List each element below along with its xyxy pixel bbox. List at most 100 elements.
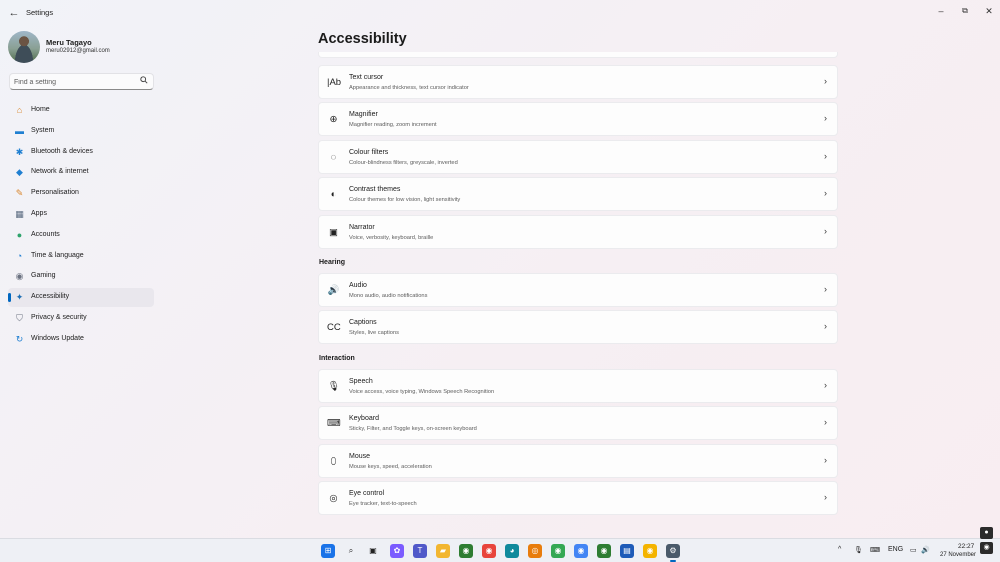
person-icon: ●	[16, 229, 23, 240]
update-icon: ↻	[15, 333, 24, 344]
taskbar-chrome-icon[interactable]: ◉	[482, 544, 496, 558]
text-cursor-icon: |Ab	[327, 77, 342, 88]
brush-icon: ✎	[15, 188, 24, 199]
tray-overflow-icon[interactable]: ^	[838, 546, 841, 553]
taskbar-chrome-profile-3-icon[interactable]: ◉	[574, 544, 588, 558]
profile-name: Meru Tagayo	[46, 38, 92, 47]
floating-mic-icon[interactable]: ●	[980, 527, 993, 539]
chevron-right-icon: ›	[824, 380, 827, 390]
setting-title: Audio	[349, 282, 367, 289]
taskbar-settings-icon[interactable]: ⚙	[666, 544, 680, 562]
setting-row-text-cursor[interactable]: |Ab Text cursor Appearance and thickness, …	[318, 65, 838, 99]
taskbar-file-explorer-icon[interactable]: ▰	[436, 544, 450, 558]
partially-visible-row[interactable]	[318, 52, 838, 58]
sidebar-item-accessibility[interactable]: ✦ Accessibility	[8, 288, 154, 308]
chevron-right-icon: ›	[824, 417, 827, 427]
language-indicator[interactable]: ENG	[888, 546, 903, 553]
setting-title: Speech	[349, 378, 373, 385]
apps-icon: ▦	[15, 208, 24, 219]
setting-row-narrator[interactable]: ▣ Narrator Voice, verbosity, keyboard, bra…	[318, 215, 838, 249]
magnifier-icon: ⊕	[329, 114, 338, 125]
setting-row-magnifier[interactable]: ⊕ Magnifier Magnifier reading, zoom increm…	[318, 102, 838, 136]
settings-list: |Ab Text cursor Appearance and thickness, …	[318, 52, 840, 522]
back-arrow-icon[interactable]: ←	[6, 5, 22, 21]
chevron-right-icon: ›	[824, 151, 827, 161]
setting-row-audio[interactable]: 🔊 Audio Mono audio, audio notifications ›	[318, 273, 838, 307]
setting-subtitle: Eye tracker, text-to-speech	[349, 501, 417, 507]
avatar[interactable]	[8, 31, 40, 63]
sidebar-item-home[interactable]: ⌂ Home	[8, 101, 154, 120]
setting-row-speech[interactable]: 🎙 Speech Voice access, voice typing, Windo…	[318, 369, 838, 403]
chevron-right-icon: ›	[824, 321, 827, 331]
globe-clock-icon: ◔	[16, 250, 23, 261]
sidebar-item-label: System	[31, 126, 55, 134]
setting-row-colour-filters[interactable]: ◌ Colour filters Colour-blindness filters,…	[318, 140, 838, 174]
page-title: Accessibility	[318, 31, 407, 47]
sidebar-item-label: Home	[31, 106, 50, 113]
search-icon[interactable]	[140, 76, 148, 86]
close-button[interactable]: ✕	[978, 3, 1000, 19]
setting-row-captions[interactable]: CC Captions Styles, live captions ›	[318, 310, 838, 344]
setting-row-contrast-themes[interactable]: ◐ Contrast themes Colour themes for low vi…	[318, 177, 838, 211]
sidebar-item-time-and-language[interactable]: ◔ Time & language	[8, 247, 154, 266]
microphone-icon: 🎙	[327, 381, 340, 392]
setting-row-eye-control[interactable]: ◎ Eye control Eye tracker, text-to-speech ›	[318, 481, 838, 515]
maximize-button[interactable]: ⧉	[954, 3, 976, 19]
chevron-right-icon: ›	[824, 76, 827, 86]
sidebar-item-label: Bluetooth & devices	[31, 147, 93, 155]
taskbar-edge-icon[interactable]: ◕	[505, 544, 519, 558]
sidebar-item-windows-update[interactable]: ↻ Windows Update	[8, 330, 154, 349]
sidebar-item-label: Accounts	[31, 230, 60, 238]
minimize-button[interactable]: –	[930, 3, 952, 19]
sidebar-item-label: Accessibility	[31, 293, 70, 301]
floating-settings-icon[interactable]: ◉	[980, 542, 993, 554]
taskbar-store-icon[interactable]: ▤	[620, 544, 634, 558]
setting-subtitle: Appearance and thickness, text cursor in…	[349, 85, 469, 91]
keyboard-tray-icon[interactable]: ⌨	[870, 546, 880, 554]
setting-title: Keyboard	[349, 415, 379, 422]
sidebar-item-label: Gaming	[31, 272, 56, 280]
search-input[interactable]	[14, 76, 134, 88]
sidebar-item-personalisation[interactable]: ✎ Personalisation	[8, 184, 154, 203]
search-box[interactable]	[9, 73, 154, 90]
taskbar-blender-icon[interactable]: ◎	[528, 544, 542, 558]
setting-subtitle: Voice, verbosity, keyboard, braille	[349, 235, 434, 241]
setting-title: Contrast themes	[349, 186, 401, 193]
setting-subtitle: Voice access, voice typing, Windows Spee…	[349, 389, 495, 395]
sidebar-item-bluetooth-and-devices[interactable]: ✱ Bluetooth & devices	[8, 143, 154, 162]
setting-subtitle: Colour-blindness filters, greyscale, inv…	[349, 160, 458, 166]
volume-icon[interactable]: 🔊	[921, 546, 930, 554]
microphone-tray-icon[interactable]: 🎙	[854, 546, 863, 554]
sidebar-item-label: Network & internet	[31, 168, 89, 176]
accessibility-icon: ✦	[15, 292, 24, 303]
clock-date[interactable]: 27 November	[940, 552, 976, 558]
taskbar-chrome-profile-icon[interactable]: ◉	[459, 544, 473, 558]
chevron-right-icon: ›	[824, 284, 827, 294]
setting-title: Colour filters	[349, 149, 389, 156]
section-heading: Interaction	[319, 355, 355, 362]
setting-title: Narrator	[349, 224, 375, 231]
speaker-icon: 🔊	[327, 285, 340, 296]
taskbar-chrome-profile-4-icon[interactable]: ◉	[597, 544, 611, 558]
sidebar-item-network-and-internet[interactable]: ◆ Network & internet	[8, 163, 154, 182]
clock-time[interactable]: 22:27	[958, 543, 974, 550]
taskbar-search-icon[interactable]: ⌕	[344, 544, 358, 558]
taskbar-task-view-icon[interactable]: ▣	[366, 544, 380, 558]
chevron-right-icon: ›	[824, 113, 827, 123]
setting-row-mouse[interactable]: ⬯ Mouse Mouse keys, speed, acceleration ›	[318, 444, 838, 478]
setting-row-keyboard[interactable]: ⌨ Keyboard Sticky, Filter, and Toggle keys…	[318, 406, 838, 440]
taskbar-copilot-icon[interactable]: ✿	[390, 544, 404, 558]
sidebar-item-gaming[interactable]: ◉ Gaming	[8, 267, 154, 286]
taskbar-chrome-profile-2-icon[interactable]: ◉	[551, 544, 565, 558]
sidebar-item-accounts[interactable]: ● Accounts	[8, 226, 154, 245]
sidebar-item-privacy-and-security[interactable]: ⛉ Privacy & security	[8, 309, 154, 328]
display-tray-icon[interactable]: ▭	[910, 546, 917, 554]
taskbar-chrome-canary-icon[interactable]: ◉	[643, 544, 657, 558]
eye-control-icon: ◎	[329, 493, 338, 504]
mouse-icon: ⬯	[330, 456, 337, 467]
taskbar-start-icon[interactable]: ⊞	[321, 544, 335, 558]
sidebar-item-system[interactable]: ▬ System	[8, 122, 154, 141]
taskbar-teams-icon[interactable]: T	[413, 544, 427, 558]
keyboard-icon: ⌨	[327, 418, 341, 429]
sidebar-item-apps[interactable]: ▦ Apps	[8, 205, 154, 224]
